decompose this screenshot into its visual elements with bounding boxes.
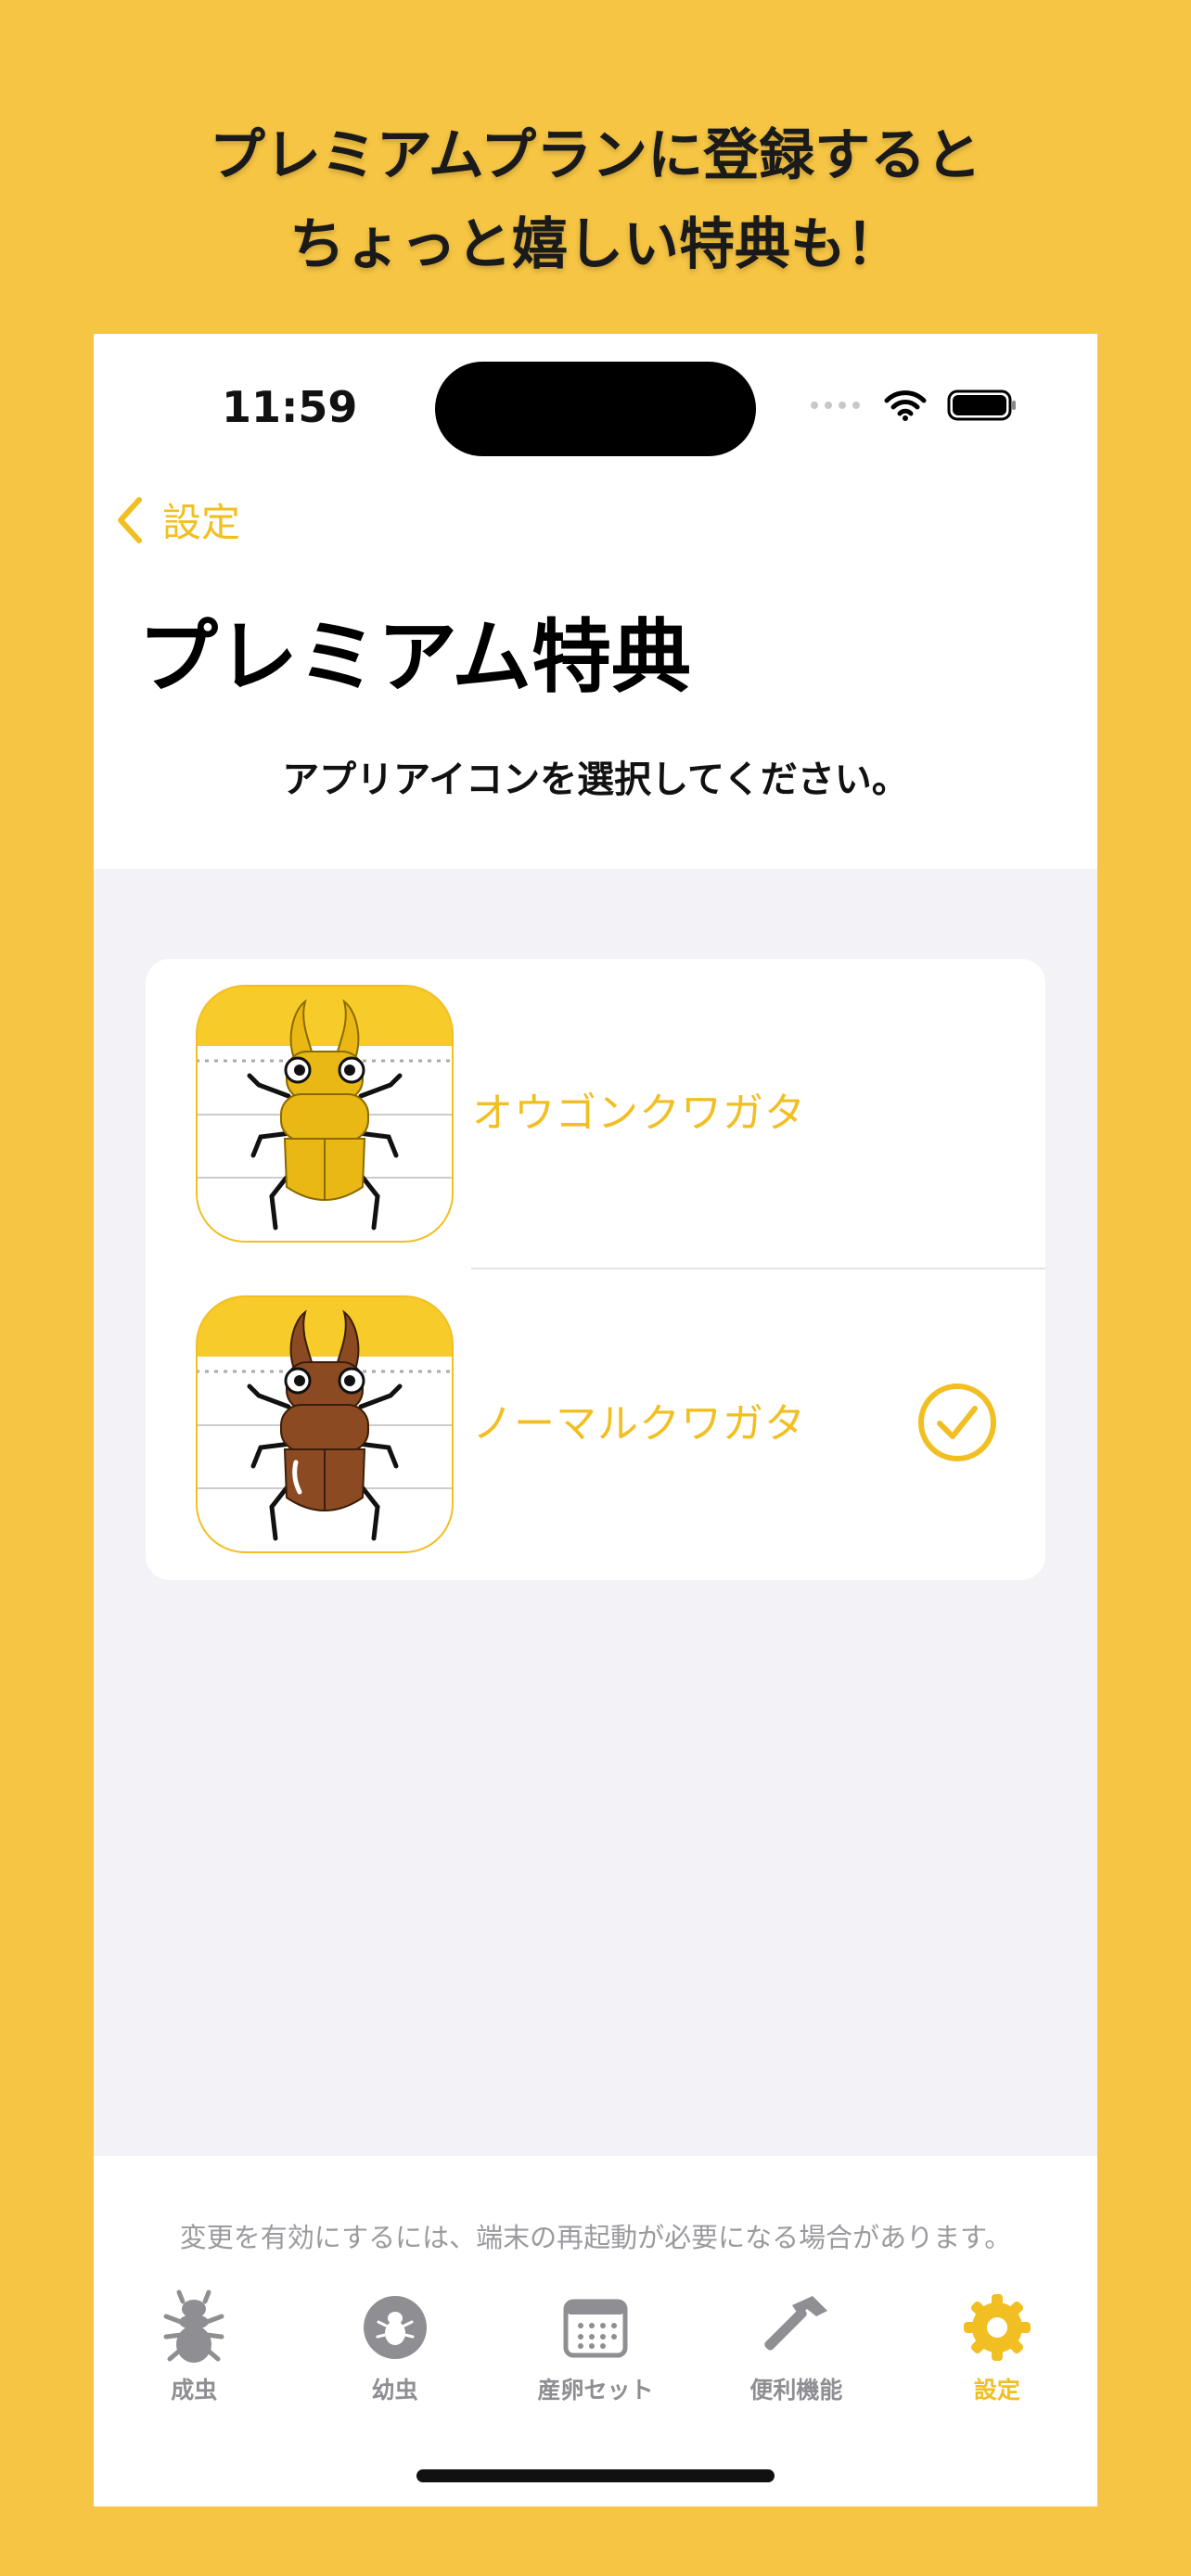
signal-dots-icon [811,402,860,409]
tab-label-settings: 設定 [973,2377,1020,2404]
promo-line-2: ちょっと嬉しい特典も！ [289,212,902,277]
hammer-icon [764,2296,828,2351]
page-title: プレミアム特典 [138,611,691,704]
status-time: 11:59 [222,382,358,432]
gear-icon [963,2294,1031,2361]
tab-label-adult: 成虫 [171,2377,218,2404]
gold-stag-beetle-icon [196,985,454,1243]
status-icons [810,389,1018,421]
phone-screen: 11:59 設定 プレミアム特典 アプリアイコンを選択してください。 オウゴンク… [94,334,1097,2506]
option-label-gold: オウゴンクワガタ [472,1090,806,1137]
tab-larva[interactable]: 幼虫 [294,2289,494,2418]
wifi-icon [884,390,927,421]
home-indicator [416,2469,775,2482]
checkmark-circle-icon [918,1384,996,1461]
icon-options-list: オウゴンクワガタ ノーマルクワガタ [146,959,1045,1580]
larva-icon [363,2296,427,2359]
promo-line-1: プレミアムプランに登録すると [209,123,982,188]
calendar-icon [563,2299,628,2358]
tab-settings[interactable]: 設定 [897,2289,1097,2418]
list-item-gold-icon[interactable]: オウゴンクワガタ [146,959,1045,1269]
restart-note: 変更を有効にするには、端末の再起動が必要になる場合があります。 [179,2222,1012,2253]
adult-beetle-icon [163,2289,224,2363]
tab-label-tools: 便利機能 [749,2377,843,2404]
chevron-left-icon [118,496,142,543]
tab-label-larva: 幼虫 [371,2377,418,2404]
promo-banner: プレミアムプランに登録すると ちょっと嬉しい特典も！ [0,111,1191,289]
tab-tools[interactable]: 便利機能 [696,2289,896,2418]
battery-icon [947,389,1016,421]
tab-egg-set[interactable]: 産卵セット [495,2289,696,2418]
dynamic-island [435,362,756,456]
back-label: 設定 [162,500,241,545]
list-item-normal-icon[interactable]: ノーマルクワガタ [146,1269,1045,1580]
option-label-normal: ノーマルクワガタ [472,1400,806,1447]
tab-adult[interactable]: 成虫 [94,2289,294,2418]
tab-label-egg-set: 産卵セット [537,2377,654,2404]
back-button[interactable]: 設定 [116,491,240,548]
tab-bar: 成虫 幼虫 産卵セット 便利機能 設定 [94,2289,1097,2418]
instruction-text: アプリアイコンを選択してください。 [282,759,909,801]
normal-stag-beetle-icon [196,1295,454,1553]
